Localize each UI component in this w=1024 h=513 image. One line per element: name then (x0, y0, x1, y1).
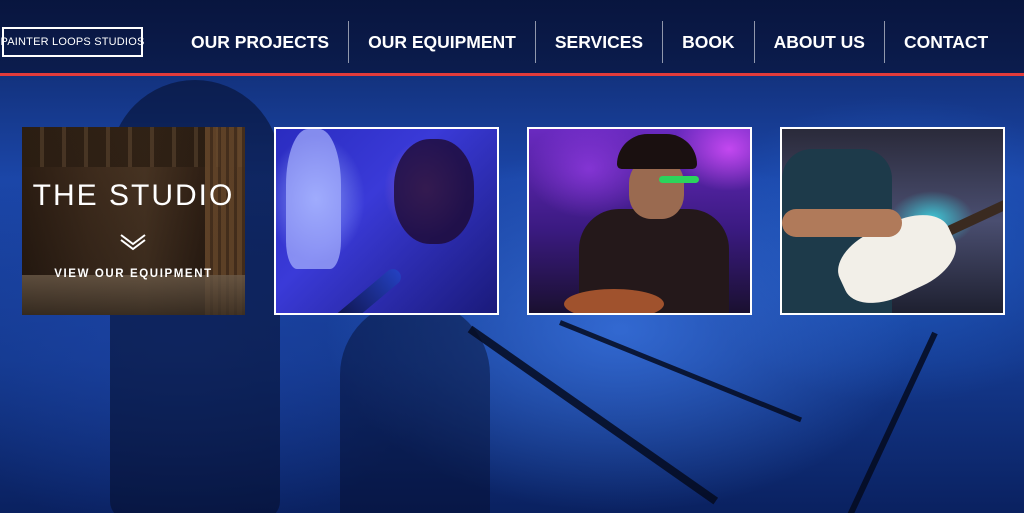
photo-detail (617, 134, 697, 169)
nav-item-our-equipment[interactable]: OUR EQUIPMENT (349, 21, 535, 63)
microphone-image (659, 176, 699, 183)
microphone-image (321, 265, 405, 313)
page: PAINTER LOOPS STUDIOS OUR PROJECTS OUR E… (0, 0, 1024, 513)
background-mic-stand (467, 325, 719, 505)
studio-tile[interactable]: THE STUDIO VIEW OUR EQUIPMENT (22, 127, 245, 315)
photo-tile-singer[interactable] (274, 127, 499, 315)
site-header: PAINTER LOOPS STUDIOS OUR PROJECTS OUR E… (0, 0, 1024, 73)
nav-item-about-us[interactable]: ABOUT US (755, 21, 884, 63)
studio-title: THE STUDIO (32, 179, 235, 212)
nav-item-our-projects[interactable]: OUR PROJECTS (172, 21, 348, 63)
photo-detail (286, 129, 341, 269)
background-mic-stand (847, 331, 938, 513)
header-accent-line (0, 73, 1024, 76)
nav-item-services[interactable]: SERVICES (536, 21, 662, 63)
main-nav: OUR PROJECTS OUR EQUIPMENT SERVICES BOOK… (172, 21, 1007, 63)
double-chevron-down-icon (120, 234, 146, 251)
view-equipment-link[interactable]: VIEW OUR EQUIPMENT (22, 268, 245, 280)
studio-photo-floor (22, 275, 245, 315)
nav-item-contact[interactable]: CONTACT (885, 21, 1007, 63)
photo-tile-bassist[interactable] (780, 127, 1005, 315)
guitar-image (564, 289, 664, 313)
nav-item-book[interactable]: BOOK (663, 21, 754, 63)
photo-detail (782, 209, 902, 237)
background-mic-stand (559, 320, 803, 423)
site-logo[interactable]: PAINTER LOOPS STUDIOS (1, 27, 144, 57)
photo-tile-guitarist[interactable] (527, 127, 752, 315)
photo-detail (394, 139, 474, 244)
